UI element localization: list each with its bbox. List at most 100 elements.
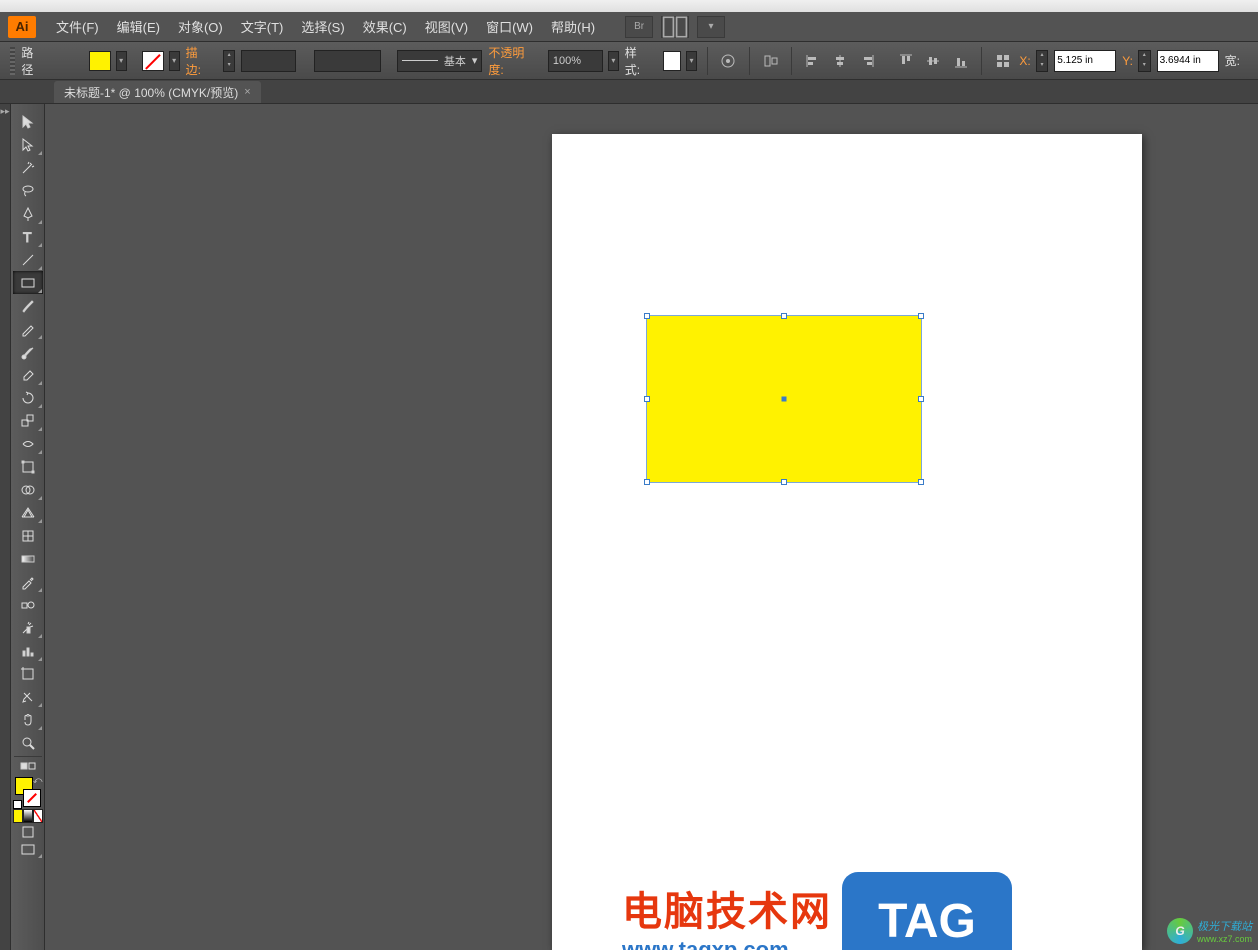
blob-brush-tool[interactable] [13, 340, 43, 363]
menu-select[interactable]: 选择(S) [293, 13, 352, 40]
rotate-tool[interactable] [13, 386, 43, 409]
menu-view[interactable]: 视图(V) [417, 13, 476, 40]
align-left-icon[interactable] [802, 50, 823, 72]
swap-fill-stroke-icon[interactable]: ⤺ [33, 775, 43, 786]
resize-handle-e[interactable] [918, 396, 924, 402]
x-label: X: [1019, 54, 1030, 68]
window-titlebar [0, 0, 1258, 12]
draw-mode-normal[interactable] [13, 823, 43, 841]
x-input[interactable] [1054, 50, 1116, 72]
align-center-v-icon[interactable] [923, 50, 944, 72]
toolbox-collapse-toggle[interactable]: ▸▸ [0, 104, 11, 950]
column-graph-tool[interactable] [13, 639, 43, 662]
menu-window[interactable]: 窗口(W) [478, 13, 541, 40]
slice-tool[interactable] [13, 685, 43, 708]
resize-handle-w[interactable] [644, 396, 650, 402]
watermark-tag-badge: TAG [842, 872, 1012, 950]
resize-handle-s[interactable] [781, 479, 787, 485]
variable-width-profile[interactable] [314, 50, 382, 72]
style-dropdown[interactable]: ▾ [686, 51, 697, 71]
direct-selection-tool[interactable] [13, 133, 43, 156]
zoom-tool[interactable] [13, 731, 43, 754]
resize-handle-se[interactable] [918, 479, 924, 485]
align-top-icon[interactable] [895, 50, 916, 72]
rectangle-tool[interactable] [13, 271, 43, 294]
mesh-tool[interactable] [13, 524, 43, 547]
x-spinner[interactable]: ▴▾ [1036, 50, 1049, 72]
panel-grip[interactable] [10, 47, 15, 75]
selected-rectangle-shape[interactable] [646, 315, 922, 483]
menu-type[interactable]: 文字(T) [233, 13, 292, 40]
opacity-label[interactable]: 不透明度: [488, 44, 534, 78]
stroke-color-swatch[interactable] [23, 789, 41, 807]
lasso-tool[interactable] [13, 179, 43, 202]
magic-wand-tool[interactable] [13, 156, 43, 179]
align-bottom-icon[interactable] [950, 50, 971, 72]
type-tool[interactable]: T [13, 225, 43, 248]
stroke-width-input[interactable] [241, 50, 296, 72]
symbol-sprayer-tool[interactable] [13, 616, 43, 639]
resize-handle-nw[interactable] [644, 313, 650, 319]
document-tab[interactable]: 未标题-1* @ 100% (CMYK/预览) × [54, 81, 261, 103]
shape-builder-tool[interactable] [13, 478, 43, 501]
bridge-button[interactable]: Br [625, 16, 653, 38]
align-panel-icon[interactable] [760, 50, 781, 72]
artboard-tool[interactable] [13, 662, 43, 685]
resize-handle-ne[interactable] [918, 313, 924, 319]
gradient-tool[interactable] [13, 547, 43, 570]
menu-effect[interactable]: 效果(C) [355, 13, 415, 40]
svg-text:T: T [23, 229, 32, 245]
menu-edit[interactable]: 编辑(E) [109, 13, 168, 40]
arrange-documents-button[interactable] [661, 16, 689, 38]
pen-tool[interactable] [13, 202, 43, 225]
fill-stroke-toggle-small[interactable] [13, 759, 43, 773]
menu-object[interactable]: 对象(O) [170, 13, 231, 40]
line-tool[interactable] [13, 248, 43, 271]
y-input[interactable] [1157, 50, 1219, 72]
menu-help[interactable]: 帮助(H) [543, 13, 603, 40]
workspace-switcher[interactable]: ▾ [697, 16, 725, 38]
resize-handle-sw[interactable] [644, 479, 650, 485]
selection-type-label: 路径 [21, 44, 42, 78]
fill-swatch[interactable] [89, 51, 111, 71]
transform-panel-icon[interactable] [992, 50, 1013, 72]
perspective-grid-tool[interactable] [13, 501, 43, 524]
screen-mode[interactable] [13, 841, 43, 859]
y-label: Y: [1122, 54, 1133, 68]
canvas-area[interactable]: 电脑技术网 www.tagxp.com TAG G 极光下载站 www.xz7.… [45, 104, 1258, 950]
width-tool[interactable] [13, 432, 43, 455]
watermark-text-url: www.tagxp.com [622, 937, 832, 950]
fill-stroke-indicator[interactable]: ⤺ [13, 775, 43, 809]
brush-definition[interactable]: 基本▾ [397, 50, 482, 72]
toolbox: T ⤺ [11, 104, 45, 950]
scale-tool[interactable] [13, 409, 43, 432]
y-spinner[interactable]: ▴▾ [1138, 50, 1151, 72]
blend-tool[interactable] [13, 593, 43, 616]
eraser-tool[interactable] [13, 363, 43, 386]
graphic-style-swatch[interactable] [663, 51, 681, 71]
fill-dropdown[interactable]: ▾ [116, 51, 127, 71]
stroke-dropdown[interactable]: ▾ [169, 51, 180, 71]
eyedropper-tool[interactable] [13, 570, 43, 593]
watermark-corner: G 极光下载站 www.xz7.com [1167, 918, 1252, 944]
stroke-width-spinner[interactable]: ▴▾ [223, 50, 236, 72]
opacity-input[interactable] [548, 50, 603, 72]
watermark-corner-icon: G [1167, 918, 1193, 944]
color-mode-row[interactable] [13, 809, 43, 823]
paintbrush-tool[interactable] [13, 294, 43, 317]
opacity-dropdown[interactable]: ▾ [608, 51, 619, 71]
selection-tool[interactable] [13, 110, 43, 133]
menubar: Ai 文件(F) 编辑(E) 对象(O) 文字(T) 选择(S) 效果(C) 视… [0, 12, 1258, 42]
menu-file[interactable]: 文件(F) [48, 13, 107, 40]
stroke-swatch[interactable] [142, 51, 164, 71]
default-fill-stroke-icon[interactable] [13, 800, 22, 809]
tab-close-icon[interactable]: × [244, 86, 250, 98]
free-transform-tool[interactable] [13, 455, 43, 478]
stroke-label[interactable]: 描边: [186, 44, 210, 78]
pencil-tool[interactable] [13, 317, 43, 340]
hand-tool[interactable] [13, 708, 43, 731]
recolor-artwork-icon[interactable] [718, 50, 739, 72]
align-right-icon[interactable] [857, 50, 878, 72]
resize-handle-n[interactable] [781, 313, 787, 319]
align-center-h-icon[interactable] [829, 50, 850, 72]
